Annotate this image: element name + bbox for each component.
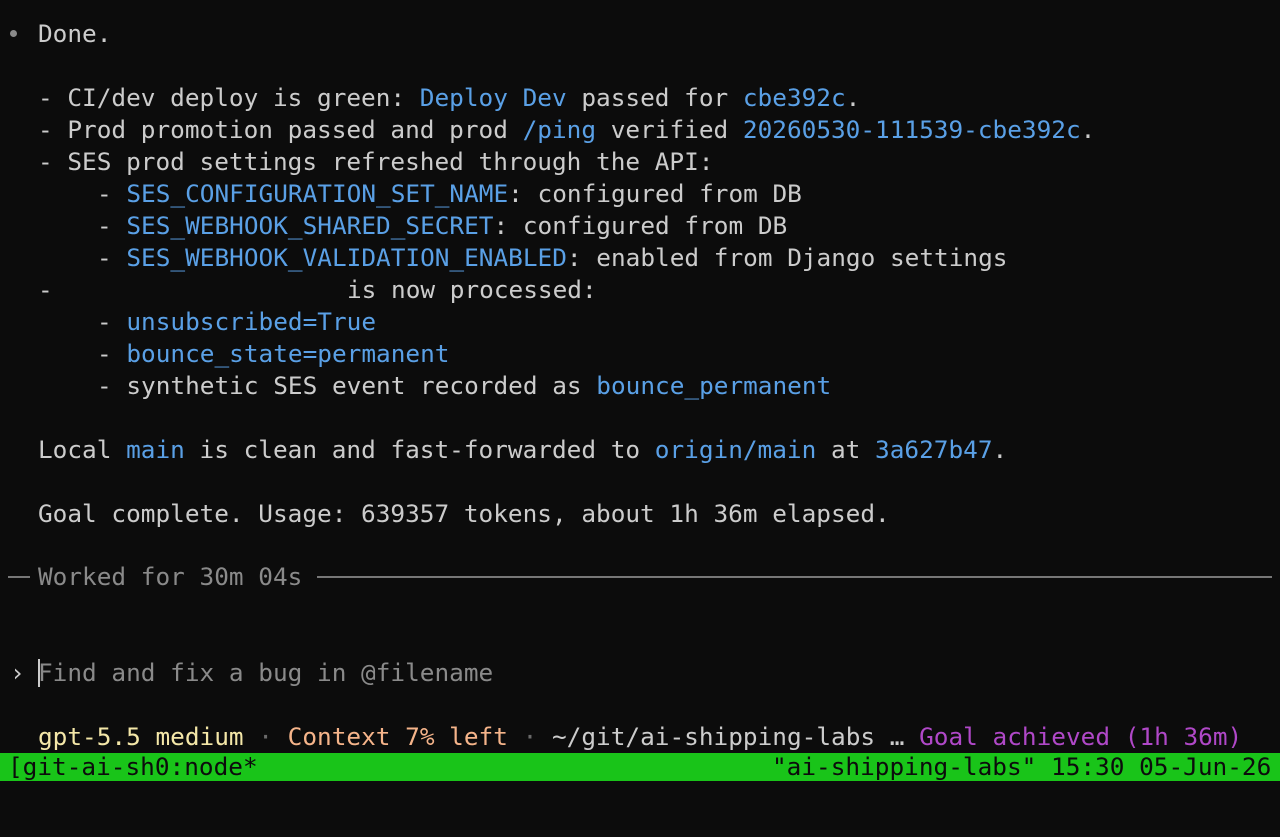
prod-promotion-line: - Prod promotion passed and prod /ping v…	[38, 115, 1096, 144]
synthetic-event-line: - synthetic SES event recorded as bounce…	[97, 371, 832, 400]
prompt-chevron-icon: ›	[10, 658, 25, 687]
processed-line-dash: -	[38, 275, 53, 304]
footer-info: gpt-5.5 medium · Context 7% left · ~/git…	[38, 722, 1243, 751]
prompt-input[interactable]: Find and fix a bug in @filename	[38, 657, 493, 689]
bullet-icon	[10, 30, 17, 37]
tmux-session-clock: "ai-shipping-labs" 15:30 05-Jun-26	[772, 752, 1272, 781]
bounce-state-line: - bounce_state=permanent	[97, 339, 450, 368]
tmux-status-bar: [git-ai-sh0:node* "ai-shipping-labs" 15:…	[0, 753, 1280, 781]
ci-deploy-line: - CI/dev deploy is green: Deploy Dev pas…	[38, 83, 861, 112]
context-left: Context 7% left	[287, 722, 508, 751]
ses-config-set-line: - SES_CONFIGURATION_SET_NAME: configured…	[97, 179, 802, 208]
worked-for-label: Worked for 30m 04s	[38, 562, 303, 591]
tmux-window-label[interactable]: [git-ai-sh0:node*	[8, 753, 258, 781]
model-name: gpt-5.5 medium	[38, 722, 244, 751]
ses-webhook-validation-line: - SES_WEBHOOK_VALIDATION_ENABLED: enable…	[97, 243, 1008, 272]
ses-settings-line: - SES prod settings refreshed through th…	[38, 147, 714, 176]
ses-webhook-secret-line: - SES_WEBHOOK_SHARED_SECRET: configured …	[97, 211, 788, 240]
processed-line-text: is now processed:	[347, 275, 597, 304]
goal-status: Goal achieved (1h 36m)	[919, 722, 1243, 751]
goal-complete-line: Goal complete. Usage: 639357 tokens, abo…	[38, 499, 890, 528]
done-line: Done.	[38, 19, 112, 48]
prompt-placeholder: Find and fix a bug in @filename	[38, 658, 494, 687]
working-directory: ~/git/ai-shipping-labs …	[552, 722, 905, 751]
text-cursor	[38, 659, 40, 687]
unsubscribed-line: - unsubscribed=True	[97, 307, 377, 336]
divider-left	[8, 576, 30, 578]
divider-right	[317, 576, 1272, 578]
local-main-line: Local main is clean and fast-forwarded t…	[38, 435, 1008, 464]
